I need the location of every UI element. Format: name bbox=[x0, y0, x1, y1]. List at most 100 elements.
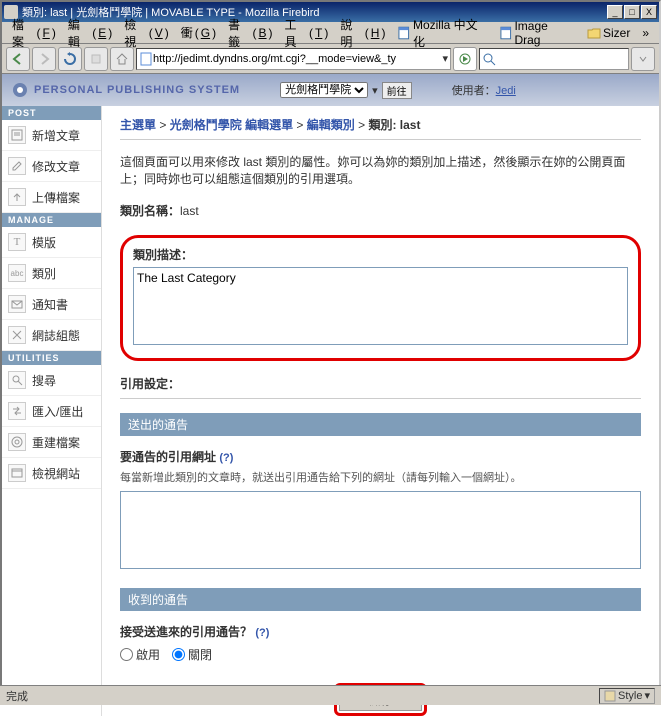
search-icon bbox=[8, 371, 26, 389]
menu-edit[interactable]: 編輯(E) bbox=[62, 14, 118, 52]
style-selector[interactable]: Style ▾ bbox=[599, 688, 655, 704]
app-logo: PERSONAL PUBLISHING SYSTEM bbox=[12, 82, 240, 98]
accept-off-option[interactable]: 關閉 bbox=[172, 646, 212, 663]
dropdown-icon[interactable]: ▾ bbox=[442, 52, 448, 65]
breadcrumb: 主選單 > 光劍格鬥學院 編輯選單 > 編輯類別 > 類別: last bbox=[120, 116, 641, 133]
accept-pings-radios: 啟用 關閉 bbox=[120, 646, 641, 663]
page-icon bbox=[139, 52, 153, 66]
sidebar-item-search[interactable]: 搜尋 bbox=[2, 365, 101, 396]
toolbar-extra-button[interactable] bbox=[631, 47, 655, 71]
category-description-input[interactable] bbox=[133, 267, 628, 345]
divider bbox=[120, 139, 641, 140]
sidebar-header-post: POST bbox=[2, 106, 101, 120]
navigation-toolbar: ▾ bbox=[2, 44, 659, 74]
ping-urls-input[interactable] bbox=[120, 491, 641, 569]
down-icon bbox=[636, 52, 650, 66]
logo-icon bbox=[12, 82, 28, 98]
home-icon bbox=[115, 52, 129, 66]
mail-icon bbox=[8, 295, 26, 313]
ping-urls-label: 要通告的引用網址 (?) bbox=[120, 448, 641, 465]
bookmark-imagedrag[interactable]: Image Drag bbox=[493, 17, 581, 49]
url-input[interactable] bbox=[153, 53, 442, 65]
sidebar-item-notifications[interactable]: 通知書 bbox=[2, 289, 101, 320]
sidebar-item-upload[interactable]: 上傳檔案 bbox=[2, 182, 101, 213]
sidebar-item-edit-entries[interactable]: 修改文章 bbox=[2, 151, 101, 182]
accept-on-option[interactable]: 啟用 bbox=[120, 646, 160, 663]
reload-button[interactable] bbox=[58, 47, 82, 71]
forward-button[interactable] bbox=[32, 47, 56, 71]
breadcrumb-edit[interactable]: 編輯選單 bbox=[245, 118, 293, 132]
stop-button[interactable] bbox=[84, 47, 108, 71]
sidebar-item-templates[interactable]: T模版 bbox=[2, 227, 101, 258]
reload-icon bbox=[63, 52, 77, 66]
stop-icon bbox=[89, 52, 103, 66]
search-input[interactable] bbox=[496, 53, 626, 65]
import-export-icon bbox=[8, 402, 26, 420]
received-pings-header: 收到的通告 bbox=[120, 588, 641, 611]
help-icon[interactable]: (?) bbox=[219, 452, 233, 464]
menu-view[interactable]: 檢視(V) bbox=[118, 14, 174, 52]
menu-tools[interactable]: 工具(T) bbox=[279, 14, 335, 52]
trackback-settings-label: 引用設定： bbox=[120, 375, 641, 392]
blog-jump: 光劍格鬥學院 ▾ 前往 bbox=[280, 82, 412, 99]
sidebar-item-new-entry[interactable]: 新增文章 bbox=[2, 120, 101, 151]
url-bar[interactable]: ▾ bbox=[136, 48, 451, 70]
blog-select[interactable]: 光劍格鬥學院 bbox=[280, 82, 368, 98]
ping-urls-hint: 每當新增此類別的文章時，就送出引用通告給下列的網址（請每列輸入一個網址）。 bbox=[120, 469, 641, 485]
maximize-button[interactable]: □ bbox=[624, 5, 640, 19]
view-site-icon bbox=[8, 464, 26, 482]
app-header: PERSONAL PUBLISHING SYSTEM 光劍格鬥學院 ▾ 前往 使… bbox=[2, 74, 659, 106]
go-button[interactable] bbox=[453, 47, 477, 71]
upload-icon bbox=[8, 188, 26, 206]
sidebar-item-categories[interactable]: abc類別 bbox=[2, 258, 101, 289]
menu-go[interactable]: 衝(G) bbox=[175, 22, 222, 43]
new-entry-icon bbox=[8, 126, 26, 144]
sidebar-item-rebuild[interactable]: 重建檔案 bbox=[2, 427, 101, 458]
sidebar-header-manage: MANAGE bbox=[2, 213, 101, 227]
divider bbox=[120, 398, 641, 399]
close-button[interactable]: X bbox=[641, 5, 657, 19]
menu-file[interactable]: 檔案(F) bbox=[6, 14, 62, 52]
accept-pings-label: 接受送進來的引用通告？ (?) bbox=[120, 623, 641, 640]
go-icon bbox=[458, 52, 472, 66]
page-icon bbox=[499, 26, 513, 40]
status-text: 完成 bbox=[6, 688, 28, 704]
menu-help[interactable]: 說明(H) bbox=[334, 14, 391, 52]
bookmark-sizer[interactable]: Sizer bbox=[581, 24, 636, 42]
arrow-left-icon bbox=[11, 52, 25, 66]
home-button[interactable] bbox=[110, 47, 134, 71]
jump-go-button[interactable]: 前往 bbox=[382, 82, 412, 99]
chevron-down-icon: ▾ bbox=[644, 689, 650, 702]
rebuild-icon bbox=[8, 433, 26, 451]
help-icon[interactable]: (?) bbox=[255, 627, 269, 639]
accept-on-radio[interactable] bbox=[120, 648, 133, 661]
palette-icon bbox=[604, 690, 616, 702]
sent-pings-header: 送出的通告 bbox=[120, 413, 641, 436]
category-icon: abc bbox=[8, 264, 26, 282]
breadcrumb-blog[interactable]: 光劍格鬥學院 bbox=[170, 118, 242, 132]
main-content: 主選單 > 光劍格鬥學院 編輯選單 > 編輯類別 > 類別: last 這個頁面… bbox=[102, 106, 659, 716]
breadcrumb-current: 類別: last bbox=[368, 118, 420, 132]
sidebar-item-import-export[interactable]: 匯入/匯出 bbox=[2, 396, 101, 427]
description-highlight: 類別描述： bbox=[120, 235, 641, 361]
back-button[interactable] bbox=[6, 47, 30, 71]
sidebar-item-config[interactable]: 網誌組態 bbox=[2, 320, 101, 351]
sidebar: POST 新增文章 修改文章 上傳檔案 MANAGE T模版 abc類別 通知書… bbox=[2, 106, 102, 716]
bookmark-mozilla[interactable]: Mozilla 中文化 bbox=[391, 14, 493, 52]
minimize-button[interactable]: _ bbox=[607, 5, 623, 19]
config-icon bbox=[8, 326, 26, 344]
user-info: 使用者：Jedi bbox=[452, 82, 516, 98]
sidebar-item-view-site[interactable]: 檢視網站 bbox=[2, 458, 101, 489]
user-link[interactable]: Jedi bbox=[496, 85, 516, 97]
accept-off-radio[interactable] bbox=[172, 648, 185, 661]
template-icon: T bbox=[8, 233, 26, 251]
menu-overflow[interactable]: » bbox=[636, 24, 655, 42]
search-bar[interactable] bbox=[479, 48, 629, 70]
category-name-label: 類別名稱：last bbox=[120, 202, 641, 219]
breadcrumb-main[interactable]: 主選單 bbox=[120, 118, 156, 132]
search-icon bbox=[482, 52, 496, 66]
breadcrumb-categories[interactable]: 編輯類別 bbox=[307, 118, 355, 132]
category-description-label: 類別描述： bbox=[133, 246, 628, 263]
menu-bar: 檔案(F) 編輯(E) 檢視(V) 衝(G) 書籤(B) 工具(T) 說明(H)… bbox=[2, 22, 659, 44]
menu-bookmarks[interactable]: 書籤(B) bbox=[222, 14, 278, 52]
